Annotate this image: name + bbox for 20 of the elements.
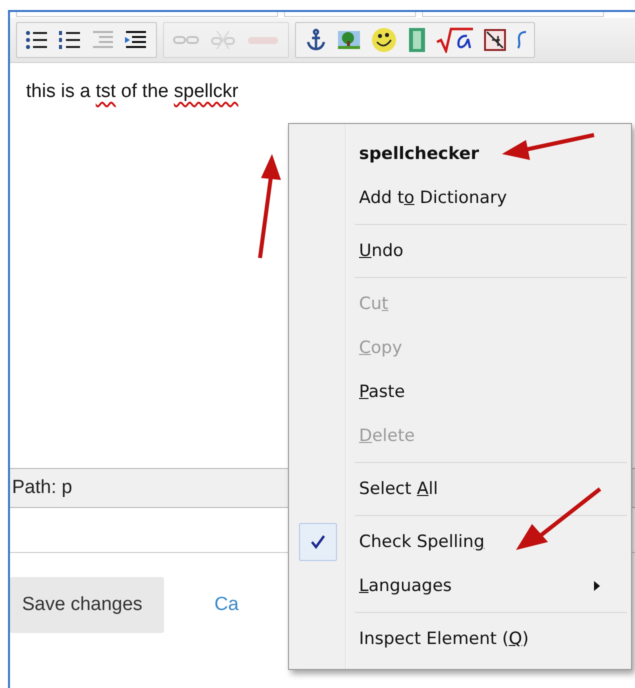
film-icon[interactable] [407, 27, 427, 53]
smiley-icon[interactable] [370, 26, 398, 54]
indent-icon[interactable] [124, 29, 148, 51]
image-icon[interactable] [337, 29, 361, 51]
menu-item[interactable]: Select All [289, 467, 631, 511]
menu-item[interactable]: Add to Dictionary [289, 176, 631, 220]
save-button[interactable]: Save changes [10, 577, 164, 633]
bulleted-list-icon[interactable] [25, 29, 49, 51]
menu-item[interactable]: Check Spelling [289, 520, 631, 564]
cancel-link[interactable]: Ca [214, 594, 239, 616]
menu-item[interactable]: Languages [289, 564, 631, 608]
formula-icon[interactable] [436, 27, 474, 53]
special-character-icon[interactable] [483, 28, 507, 52]
menu-item[interactable]: Undo [289, 229, 631, 273]
menu-item[interactable]: Paste [289, 370, 631, 414]
anchor-icon[interactable] [304, 28, 328, 52]
path-label: Path: p [12, 477, 72, 499]
suggestion-item[interactable]: spellchecker [289, 132, 631, 176]
numbered-list-icon[interactable] [58, 29, 82, 51]
menu-item[interactable]: Inspect Element (Q) [289, 617, 631, 661]
